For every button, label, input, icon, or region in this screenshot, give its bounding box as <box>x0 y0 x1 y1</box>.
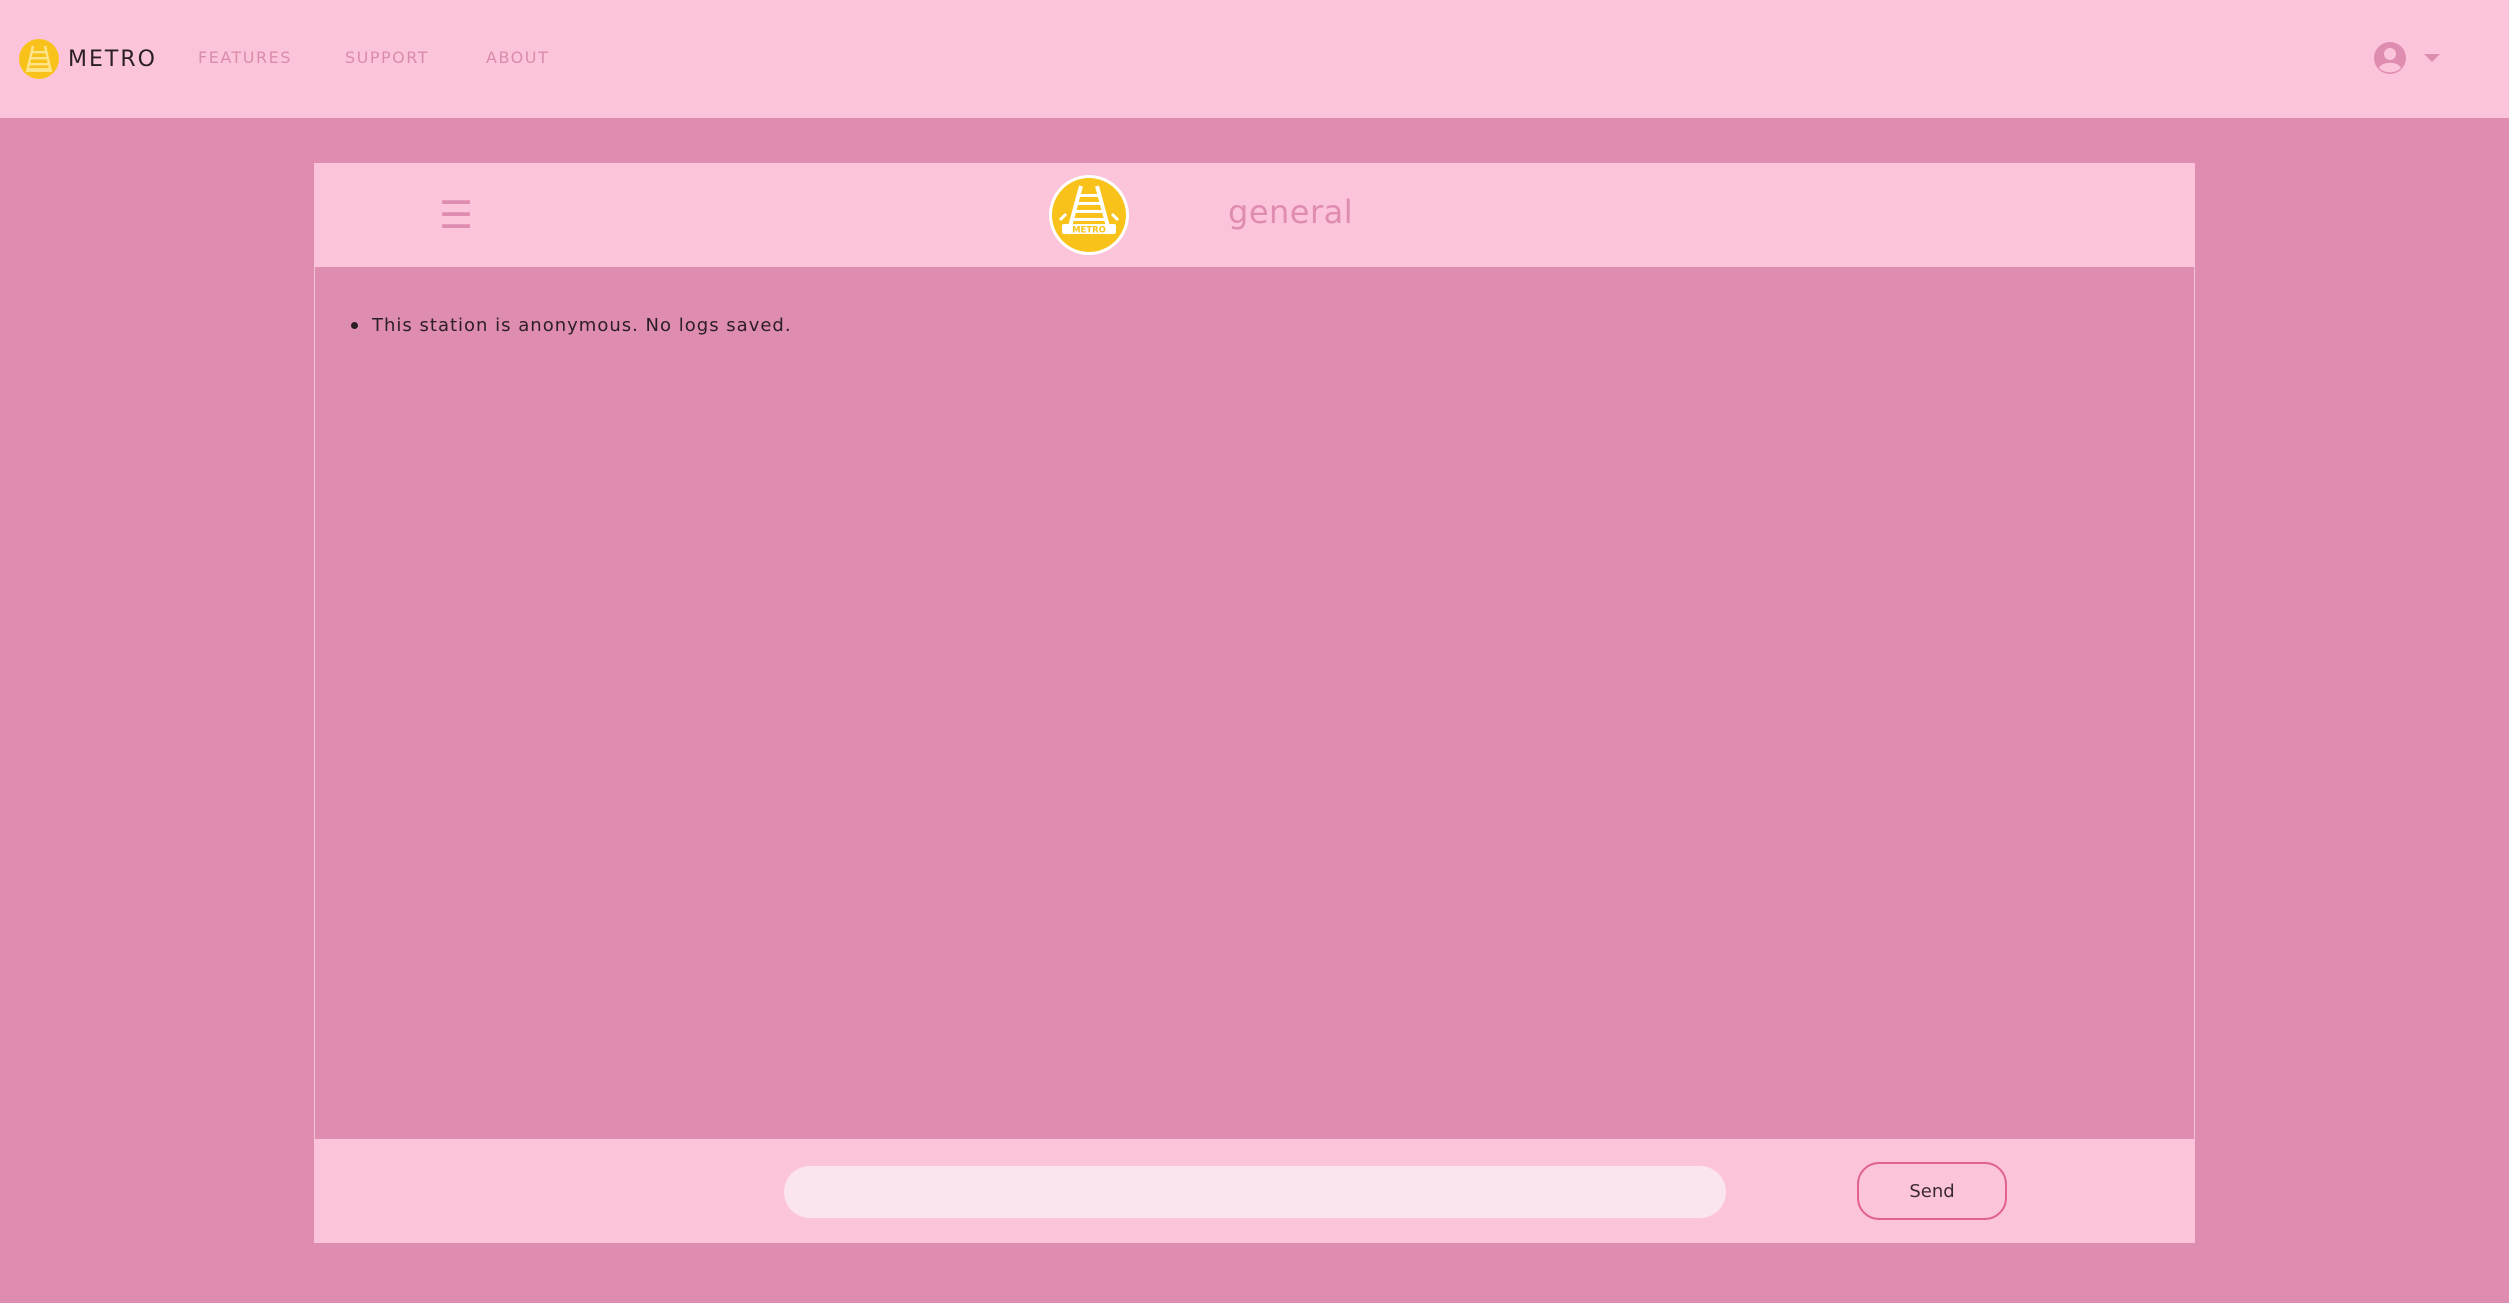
channel-name: general <box>1228 193 1354 231</box>
metro-tracks-logo-icon <box>19 39 59 79</box>
user-menu-dropdown[interactable] <box>2372 40 2444 76</box>
hamburger-menu-icon[interactable]: ☰ <box>438 193 474 237</box>
user-circle-icon <box>2374 42 2406 74</box>
brand-name: METRO <box>68 46 157 72</box>
list-item: This station is anonymous. No logs saved… <box>351 315 792 336</box>
message-composer: Send <box>314 1139 2195 1243</box>
message-input[interactable] <box>784 1166 1726 1218</box>
top-navbar: METRO FEATURES SUPPORT ABOUT <box>0 0 2509 118</box>
message-list: This station is anonymous. No logs saved… <box>314 267 2195 1139</box>
nav-link-features[interactable]: FEATURES <box>198 48 292 67</box>
metro-station-logo-icon: METRO <box>1049 175 1129 255</box>
brand-home-link[interactable]: METRO <box>18 38 157 80</box>
system-message-text: This station is anonymous. No logs saved… <box>372 315 792 336</box>
caret-down-icon <box>2424 54 2440 62</box>
chat-header: ☰ METRO general <box>314 163 2195 267</box>
nav-link-support[interactable]: SUPPORT <box>345 48 429 67</box>
bullet-icon <box>351 322 358 329</box>
chat-panel: ☰ METRO general This station is anonymou… <box>314 163 2195 1243</box>
header-logo-text: METRO <box>1072 226 1106 236</box>
send-button[interactable]: Send <box>1857 1162 2007 1220</box>
nav-link-about[interactable]: ABOUT <box>486 48 549 67</box>
